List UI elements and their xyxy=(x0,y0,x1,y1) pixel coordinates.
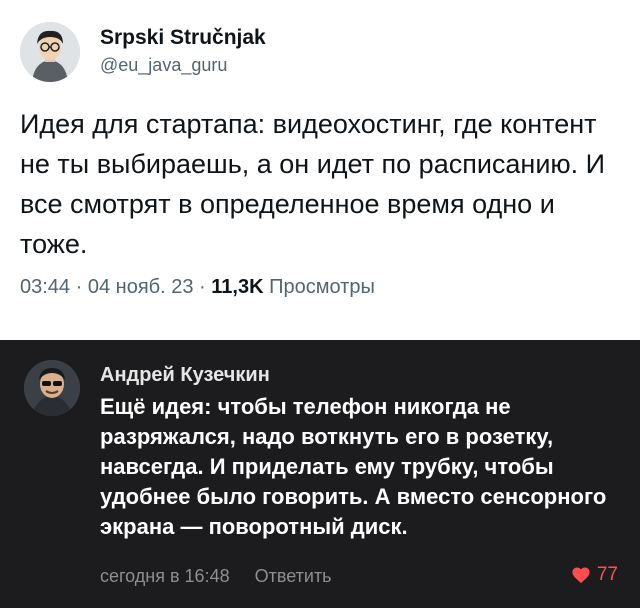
author-name[interactable]: Srpski Stručnjak xyxy=(100,26,266,50)
comment-card: Андрей Кузечкин Ещё идея: чтобы телефон … xyxy=(0,340,640,608)
comment-text: Ещё идея: чтобы телефон никогда не разря… xyxy=(100,394,607,539)
tweet-date[interactable]: 04 нояб. 23 xyxy=(88,276,194,298)
commenter-avatar[interactable] xyxy=(24,360,80,416)
views-label[interactable]: Просмотры xyxy=(269,276,375,298)
author-avatar[interactable] xyxy=(20,22,80,82)
tweet-text: Идея для стартапа: видеохостинг, где кон… xyxy=(20,109,606,259)
author-handle[interactable]: @eu_java_guru xyxy=(100,55,227,76)
meta-separator: · xyxy=(75,276,83,298)
comment-meta: сегодня в 16:48 Ответить xyxy=(100,566,332,587)
meta-separator: · xyxy=(199,276,206,298)
commenter-avatar-illustration xyxy=(24,360,80,416)
author-avatar-illustration xyxy=(20,22,80,82)
reply-button[interactable]: Ответить xyxy=(255,566,332,586)
tweet-meta: 03:44 · 04 нояб. 23 · 11,3K Просмотры xyxy=(20,276,375,299)
tweet-card: Srpski Stručnjak @eu_java_guru Идея для … xyxy=(0,0,640,340)
views-count[interactable]: 11,3K xyxy=(211,276,263,298)
commenter-name[interactable]: Андрей Кузечкин xyxy=(100,364,270,387)
heart-icon xyxy=(572,567,590,584)
like-count: 77 xyxy=(596,564,618,585)
like-button[interactable]: 77 xyxy=(571,564,618,586)
comment-timestamp: сегодня в 16:48 xyxy=(100,566,230,586)
tweet-time[interactable]: 03:44 xyxy=(20,276,70,298)
